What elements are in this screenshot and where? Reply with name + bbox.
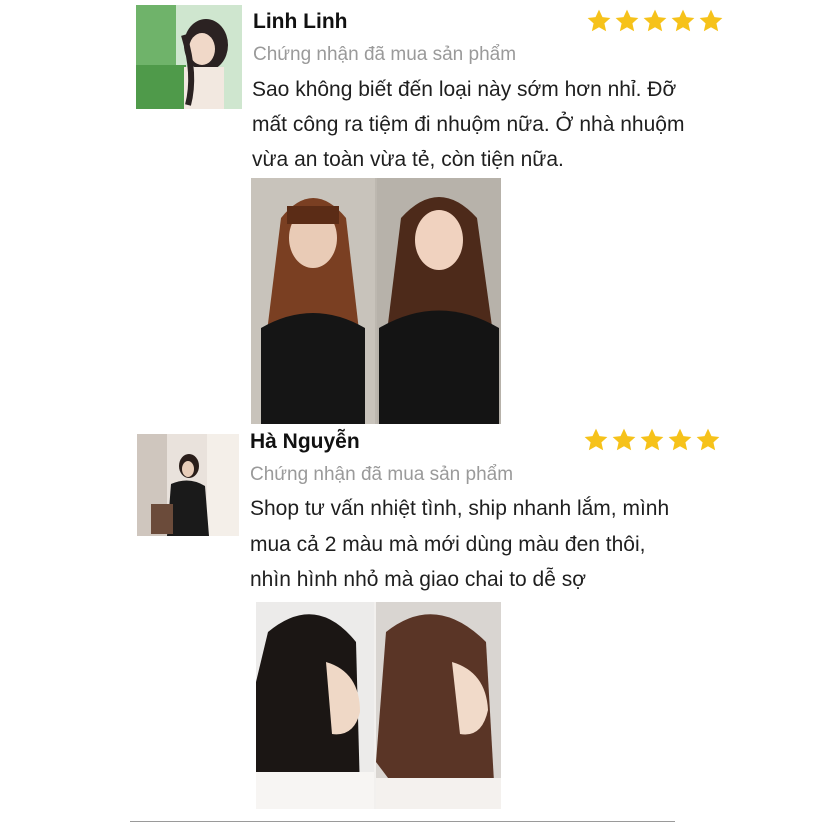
- review-text-line: Sao không biết đến loại này sớm hơn nhỉ.…: [252, 78, 677, 101]
- star-icon: [643, 9, 667, 32]
- rating-stars: [586, 8, 724, 34]
- star-icon: [696, 428, 720, 451]
- verified-purchase-label: Chứng nhận đã mua sản phẩm: [250, 464, 514, 485]
- verified-purchase-label: Chứng nhận đã mua sản phẩm: [253, 44, 517, 65]
- star-icon: [671, 9, 695, 32]
- review-text-line: Shop tư vấn nhiệt tình, ship nhanh lắm, …: [250, 497, 670, 520]
- review-photo[interactable]: [256, 602, 501, 809]
- reviewer-name: Linh Linh: [253, 10, 348, 33]
- review-text-line: mua cả 2 màu mà mới dùng màu đen thôi,: [250, 533, 646, 556]
- reviewer-avatar[interactable]: [137, 434, 239, 536]
- divider: [130, 821, 675, 822]
- review-photo[interactable]: [251, 178, 501, 424]
- reviewer-avatar[interactable]: [136, 5, 242, 109]
- star-icon: [699, 9, 723, 32]
- review-text-line: mất công ra tiệm đi nhuộm nữa. Ở nhà nhu…: [252, 113, 685, 136]
- star-icon: [584, 428, 608, 451]
- star-icon: [587, 9, 611, 32]
- reviewer-name: Hà Nguyễn: [250, 430, 360, 453]
- star-icon: [615, 9, 639, 32]
- star-icon: [612, 428, 636, 451]
- review-text-line: nhìn hình nhỏ mà giao chai to dễ sợ: [250, 568, 586, 591]
- star-icon: [640, 428, 664, 451]
- star-icon: [668, 428, 692, 451]
- rating-stars: [583, 427, 721, 453]
- review-text-line: vừa an toàn vừa tẻ, còn tiện nữa.: [252, 148, 564, 171]
